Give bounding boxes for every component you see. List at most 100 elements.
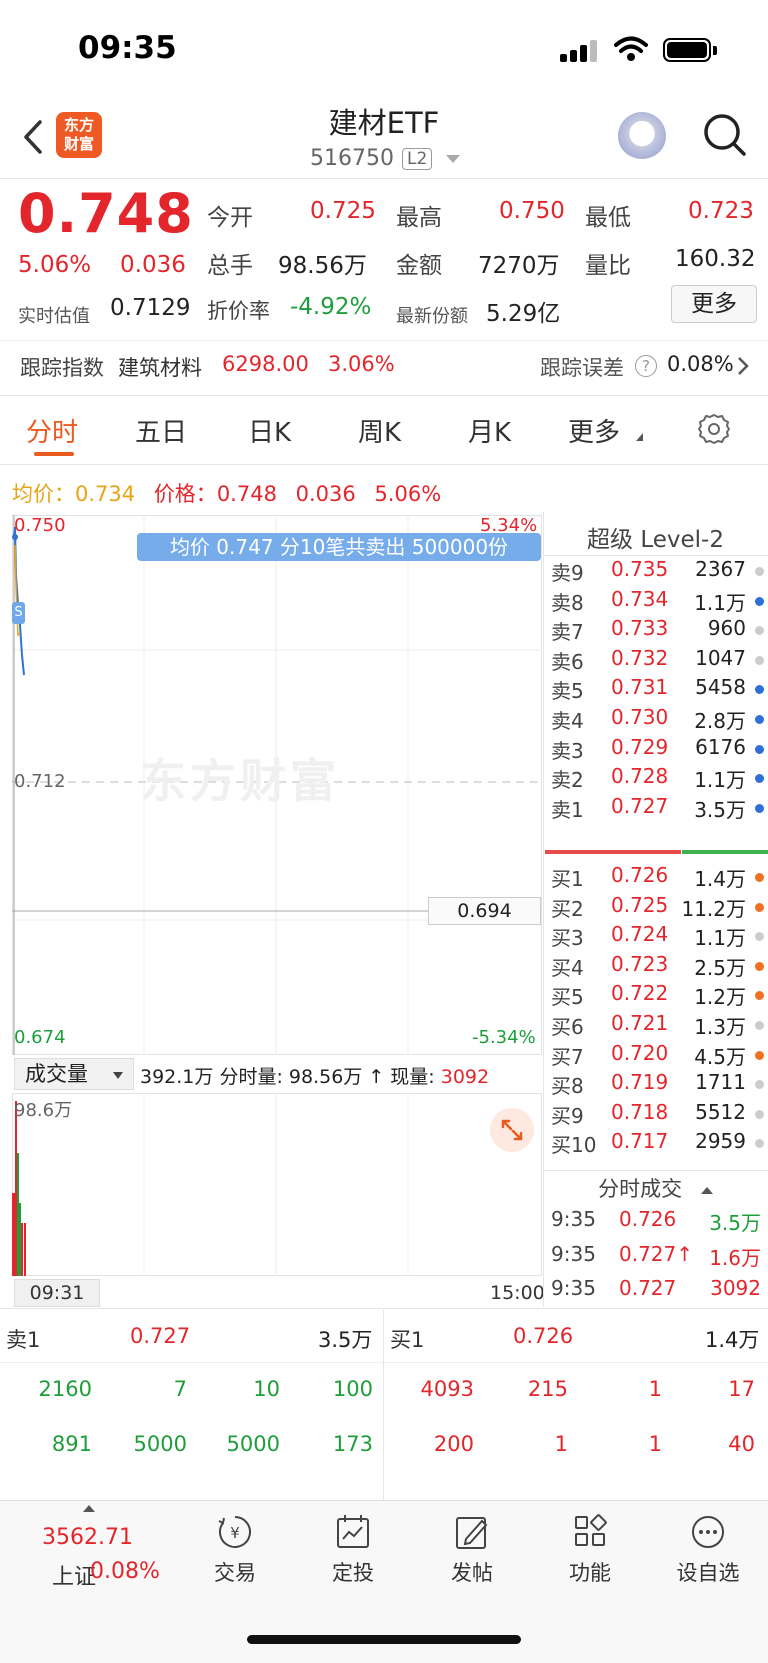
indicator-select[interactable]: 成交量 xyxy=(14,1058,134,1090)
ask-row[interactable]: 卖7 0.733 960 xyxy=(551,616,766,647)
svg-text:¥: ¥ xyxy=(230,1524,240,1542)
more-dots-icon xyxy=(692,1516,724,1548)
bid-price: 0.724 xyxy=(611,922,669,947)
volume-header: 成交量 392.1万 分时量: 98.56万 ↑ 现量: 3092 xyxy=(12,1058,542,1092)
tab-five-day[interactable]: 五日 xyxy=(135,412,187,449)
ask-volume: 960 xyxy=(707,616,746,641)
high-label: 最高 xyxy=(396,205,442,231)
bid-volume: 2.5万 xyxy=(694,955,746,980)
order-dot-icon xyxy=(755,715,764,724)
ask-level-label: 卖9 xyxy=(551,561,584,585)
level2-title[interactable]: 超级 Level-2 xyxy=(543,520,768,554)
bid-level-label: 买2 xyxy=(551,896,584,921)
tab-more[interactable]: 更多 xyxy=(568,412,620,449)
discount-label: 折价率 xyxy=(207,299,270,323)
high-value: 0.750 xyxy=(499,198,565,224)
ask-row[interactable]: 卖9 0.735 2367 xyxy=(551,557,766,588)
tracking-index-name[interactable]: 建筑材料 xyxy=(118,352,202,382)
trade-volume: 3092 xyxy=(710,1276,761,1300)
ask-row[interactable]: 卖2 0.728 1.1万 xyxy=(551,764,766,795)
chevron-right-icon[interactable] xyxy=(733,354,753,378)
ask-row[interactable]: 卖6 0.732 1047 xyxy=(551,646,766,677)
nav-invest-plan[interactable]: 定投 xyxy=(303,1513,403,1587)
ask-row[interactable]: 卖1 0.727 3.5万 xyxy=(551,794,766,825)
current-price: 0.748 xyxy=(18,182,194,245)
avg-label: 均价： xyxy=(12,482,75,506)
bid-row[interactable]: 买4 0.723 2.5万 xyxy=(551,952,766,983)
bid-level-label: 买8 xyxy=(551,1074,584,1099)
ask-level-label: 卖6 xyxy=(551,649,584,674)
nav-add-watchlist[interactable]: 设自选 xyxy=(658,1513,758,1587)
queue-ask-label: 卖1 xyxy=(6,1328,41,1352)
ask-row[interactable]: 卖3 0.729 6176 xyxy=(551,735,766,766)
ask-price: 0.731 xyxy=(611,675,669,700)
time-start-label: 09:31 xyxy=(14,1279,100,1307)
trade-price: 0.727 xyxy=(619,1276,677,1300)
bid-price: 0.726 xyxy=(611,863,669,887)
ratio-label: 量比 xyxy=(585,253,631,279)
nav-functions[interactable]: 功能 xyxy=(540,1513,640,1587)
tab-monthly-k[interactable]: 月K xyxy=(468,412,511,449)
tab-intraday[interactable]: 分时 xyxy=(26,412,78,449)
bid-price: 0.720 xyxy=(611,1040,669,1065)
calendar-chart-icon xyxy=(337,1515,369,1548)
nav-trade[interactable]: ¥ 交易 xyxy=(185,1513,285,1587)
bid-row[interactable]: 买10 0.717 2959 xyxy=(551,1129,766,1160)
change-pct: 5.06% xyxy=(18,252,92,278)
ask-price: 0.734 xyxy=(611,586,669,611)
bid-price: 0.722 xyxy=(611,981,669,1006)
bid-row[interactable]: 买8 0.719 1711 xyxy=(551,1070,766,1101)
gear-icon[interactable] xyxy=(697,412,731,446)
vol-value: 98.56万 xyxy=(278,253,367,279)
order-dot-icon xyxy=(755,1021,764,1030)
search-icon[interactable] xyxy=(702,112,746,158)
divider xyxy=(0,178,768,179)
trade-volume: 1.6万 xyxy=(709,1245,761,1270)
ask-queue-cell: 891 xyxy=(51,1432,92,1456)
nav-invest-plan-label: 定投 xyxy=(332,1561,374,1585)
tab-daily-k[interactable]: 日K xyxy=(248,412,291,449)
status-time: 09:35 xyxy=(78,30,177,66)
order-dot-icon xyxy=(755,873,764,882)
code-row[interactable]: 516750 L2 xyxy=(310,146,461,171)
bid-level-label: 买6 xyxy=(551,1015,584,1039)
bid-row[interactable]: 买5 0.722 1.2万 xyxy=(551,981,766,1012)
divider xyxy=(0,1308,768,1309)
price-value: 0.748 xyxy=(216,482,277,506)
stock-code: 516750 xyxy=(310,146,394,171)
bid-volume: 1.4万 xyxy=(694,867,746,891)
open-value: 0.725 xyxy=(310,198,376,224)
bid-volume: 1711 xyxy=(695,1070,746,1095)
trades-title[interactable]: 分时成交 xyxy=(543,1173,768,1203)
ask-queue-cell: 10 xyxy=(253,1377,280,1401)
ask-row[interactable]: 卖5 0.731 5458 xyxy=(551,675,766,706)
bid-price: 0.717 xyxy=(611,1129,669,1154)
help-icon[interactable]: ? xyxy=(635,355,657,377)
bid-price: 0.718 xyxy=(611,1099,669,1124)
chart-tooltip: 均价 0.747 分10笔共卖出 500000份 xyxy=(137,533,541,561)
ask-row[interactable]: 卖8 0.734 1.1万 xyxy=(551,587,766,618)
bid-volume: 2959 xyxy=(695,1129,746,1154)
bid-row[interactable]: 买7 0.720 4.5万 xyxy=(551,1041,766,1072)
bid-row[interactable]: 买2 0.725 11.2万 xyxy=(551,893,766,924)
robot-assistant-icon[interactable] xyxy=(618,112,666,160)
market-index-value[interactable]: 3562.71 xyxy=(42,1525,133,1550)
ask-strength-bar xyxy=(545,850,681,854)
expand-icon[interactable] xyxy=(490,1108,534,1152)
more-button[interactable]: 更多 xyxy=(671,285,757,323)
bid-volume: 1.1万 xyxy=(694,926,746,951)
sell-marker-badge[interactable]: S xyxy=(12,602,25,624)
tab-weekly-k[interactable]: 周K xyxy=(358,412,401,449)
bid-row[interactable]: 买3 0.724 1.1万 xyxy=(551,922,766,953)
bid-row[interactable]: 买1 0.726 1.4万 xyxy=(551,863,766,894)
nav-post[interactable]: 发帖 xyxy=(422,1513,522,1587)
bid-row[interactable]: 买6 0.721 1.3万 xyxy=(551,1011,766,1042)
ask-row[interactable]: 卖4 0.730 2.8万 xyxy=(551,705,766,736)
bid-row[interactable]: 买9 0.718 5512 xyxy=(551,1100,766,1131)
ask-level-label: 卖3 xyxy=(551,738,584,763)
current-volume: 3092 xyxy=(440,1066,490,1088)
ask-level-label: 卖7 xyxy=(551,620,584,645)
volume-total: 392.1万 xyxy=(140,1066,214,1088)
market-index-pct: 0.08% xyxy=(90,1559,160,1584)
wifi-icon xyxy=(614,36,648,61)
